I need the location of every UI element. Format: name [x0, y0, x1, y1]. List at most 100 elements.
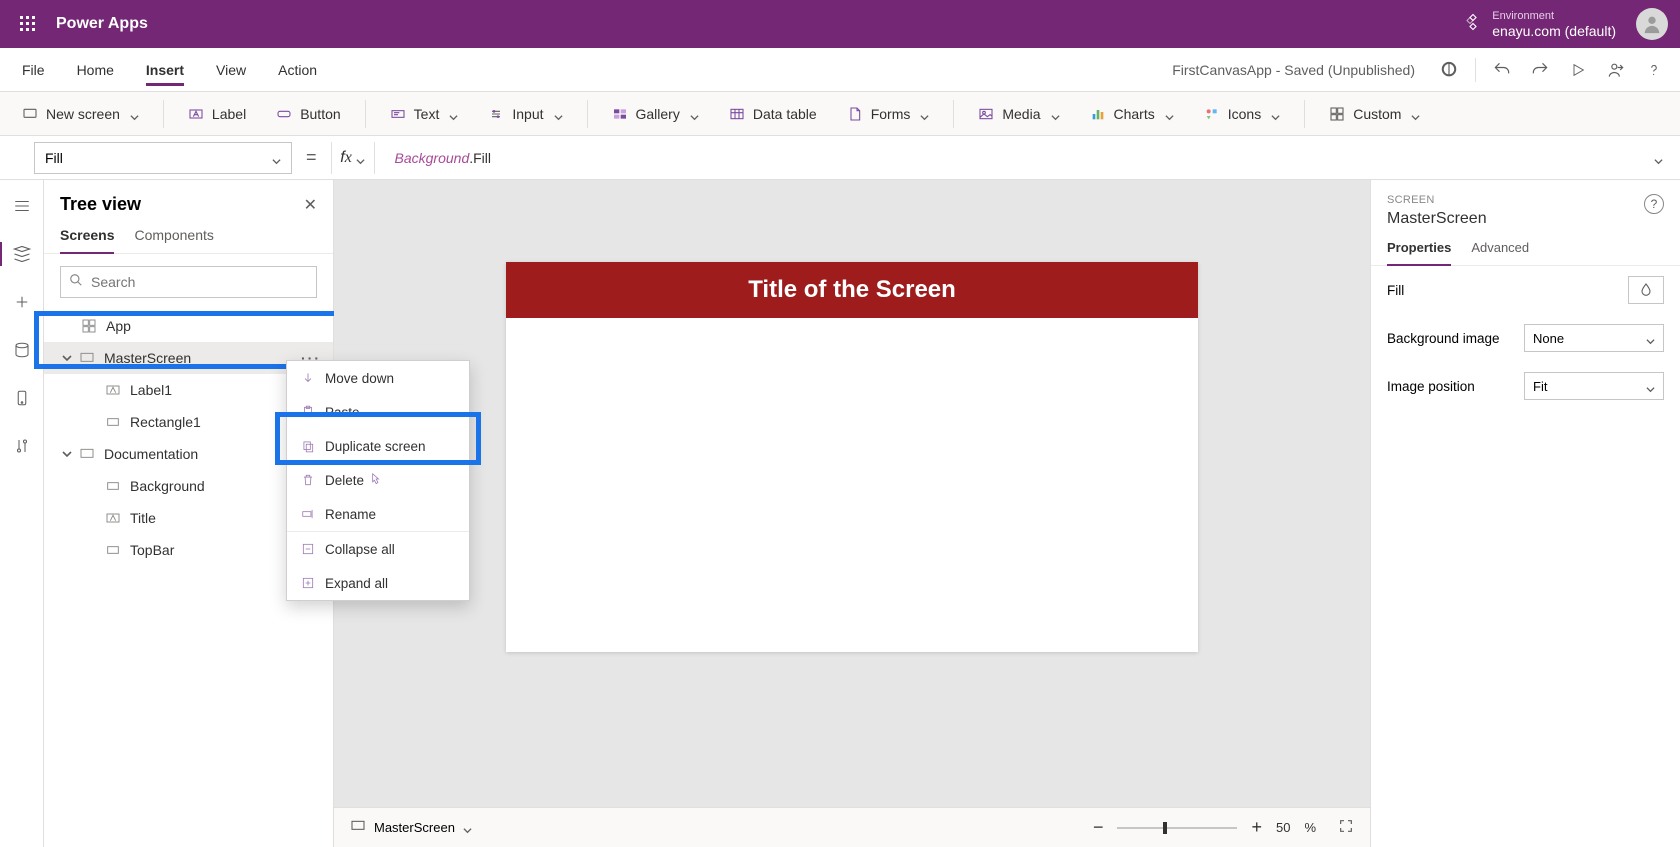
screen-icon [78, 445, 96, 463]
tree-item-label: Rectangle1 [130, 414, 201, 430]
imgpos-select[interactable]: Fit [1524, 372, 1664, 400]
cm-rename[interactable]: Rename [287, 497, 469, 531]
menu-insert[interactable]: Insert [132, 48, 198, 92]
share-icon[interactable] [1598, 52, 1634, 88]
chevron-down-icon [1165, 109, 1174, 118]
rail-data-icon[interactable] [4, 332, 40, 368]
design-canvas[interactable]: Title of the Screen [506, 262, 1198, 652]
new-screen-label: New screen [46, 106, 120, 122]
text-button[interactable]: Text [380, 96, 469, 132]
cm-collapse-all[interactable]: Collapse all [287, 532, 469, 566]
chevron-down-icon [449, 109, 458, 118]
play-icon[interactable] [1560, 52, 1596, 88]
cm-label: Rename [325, 507, 376, 522]
cursor-icon [368, 472, 382, 489]
bgimage-select[interactable]: None [1524, 324, 1664, 352]
tree-item-label: Label1 [130, 382, 172, 398]
cm-delete[interactable]: Delete [287, 463, 469, 497]
gallery-button[interactable]: Gallery [602, 96, 709, 132]
app-launcher-icon[interactable] [12, 8, 44, 40]
zoom-out-button[interactable]: − [1093, 817, 1104, 838]
icons-button[interactable]: Icons [1194, 96, 1290, 132]
input-button[interactable]: Input [478, 96, 572, 132]
formula-input[interactable]: Background.Fill [385, 142, 1634, 174]
rectangle-icon [104, 541, 122, 559]
tree-search-input[interactable] [91, 274, 308, 290]
charts-label: Charts [1114, 106, 1155, 122]
undo-icon[interactable] [1484, 52, 1520, 88]
bgimage-value: None [1533, 331, 1564, 346]
properties-type: SCREEN [1387, 194, 1487, 206]
prop-bgimage-label: Background image [1387, 331, 1500, 346]
cm-duplicate-screen[interactable]: Duplicate screen [287, 429, 469, 463]
cm-label: Move down [325, 371, 394, 386]
tab-screens[interactable]: Screens [60, 227, 114, 253]
chevron-down-icon [920, 109, 929, 118]
tree-item-label: MasterScreen [104, 350, 191, 366]
label-button[interactable]: Label [178, 96, 256, 132]
environment-picker[interactable]: Environment enayu.com (default) [1464, 9, 1616, 39]
rail-treeview-icon[interactable] [4, 236, 40, 272]
tab-components[interactable]: Components [134, 227, 213, 253]
menu-view[interactable]: View [202, 48, 260, 92]
rail-media-icon[interactable] [4, 380, 40, 416]
fill-color-picker[interactable] [1628, 276, 1664, 304]
app-checker-icon[interactable] [1431, 52, 1467, 88]
canvas-title-bar[interactable]: Title of the Screen [506, 262, 1198, 318]
tree-item-label: Background [130, 478, 205, 494]
properties-help-icon[interactable]: ? [1644, 194, 1664, 214]
rail-insert-icon[interactable] [4, 284, 40, 320]
custom-button[interactable]: Custom [1319, 96, 1430, 132]
zoom-in-button[interactable]: + [1251, 817, 1262, 838]
rectangle-icon [104, 413, 122, 431]
gallery-label: Gallery [636, 106, 680, 122]
rail-hamburger-icon[interactable] [4, 188, 40, 224]
cm-paste[interactable]: Paste [287, 395, 469, 429]
data-table-button[interactable]: Data table [719, 96, 827, 132]
fx-button[interactable]: fx [331, 142, 375, 174]
text-label: Text [414, 106, 440, 122]
property-selector[interactable]: Fill [34, 142, 292, 174]
properties-name: MasterScreen [1387, 210, 1487, 228]
rail-tools-icon[interactable] [4, 428, 40, 464]
chevron-down-icon[interactable] [60, 353, 74, 363]
label-icon [104, 509, 122, 527]
tab-advanced[interactable]: Advanced [1471, 240, 1529, 265]
button-button[interactable]: Button [266, 96, 350, 132]
menu-action[interactable]: Action [264, 48, 331, 92]
tab-properties[interactable]: Properties [1387, 240, 1451, 265]
chevron-down-icon[interactable] [60, 449, 74, 459]
button-label: Button [300, 106, 340, 122]
chevron-down-icon [1646, 382, 1655, 391]
product-name: Power Apps [56, 15, 148, 33]
cm-expand-all[interactable]: Expand all [287, 566, 469, 600]
new-screen-button[interactable]: New screen [12, 96, 149, 132]
formula-member: .Fill [469, 150, 491, 166]
rectangle-icon [104, 477, 122, 495]
tree-item-label: App [106, 318, 131, 334]
menu-file[interactable]: File [8, 48, 59, 92]
redo-icon[interactable] [1522, 52, 1558, 88]
footer-screen-selector[interactable]: MasterScreen [350, 818, 472, 837]
user-avatar[interactable] [1636, 8, 1668, 40]
tree-search[interactable] [60, 266, 317, 298]
chevron-down-icon [356, 153, 365, 162]
charts-button[interactable]: Charts [1080, 96, 1184, 132]
forms-label: Forms [871, 106, 911, 122]
help-icon[interactable] [1636, 52, 1672, 88]
menu-home[interactable]: Home [63, 48, 128, 92]
cm-move-down[interactable]: Move down [287, 361, 469, 395]
chevron-down-icon [1654, 153, 1663, 162]
chevron-down-icon [1411, 109, 1420, 118]
zoom-slider[interactable] [1117, 827, 1237, 829]
forms-button[interactable]: Forms [837, 96, 940, 132]
fit-to-window-icon[interactable] [1338, 818, 1354, 837]
media-label: Media [1002, 106, 1040, 122]
formula-expand-button[interactable] [1644, 153, 1672, 162]
app-icon [80, 317, 98, 335]
environment-name: enayu.com (default) [1492, 24, 1616, 39]
close-icon[interactable]: ✕ [304, 195, 317, 215]
tree-item-app[interactable]: App [44, 310, 333, 342]
media-button[interactable]: Media [968, 96, 1069, 132]
tree-item-label: Documentation [104, 446, 198, 462]
